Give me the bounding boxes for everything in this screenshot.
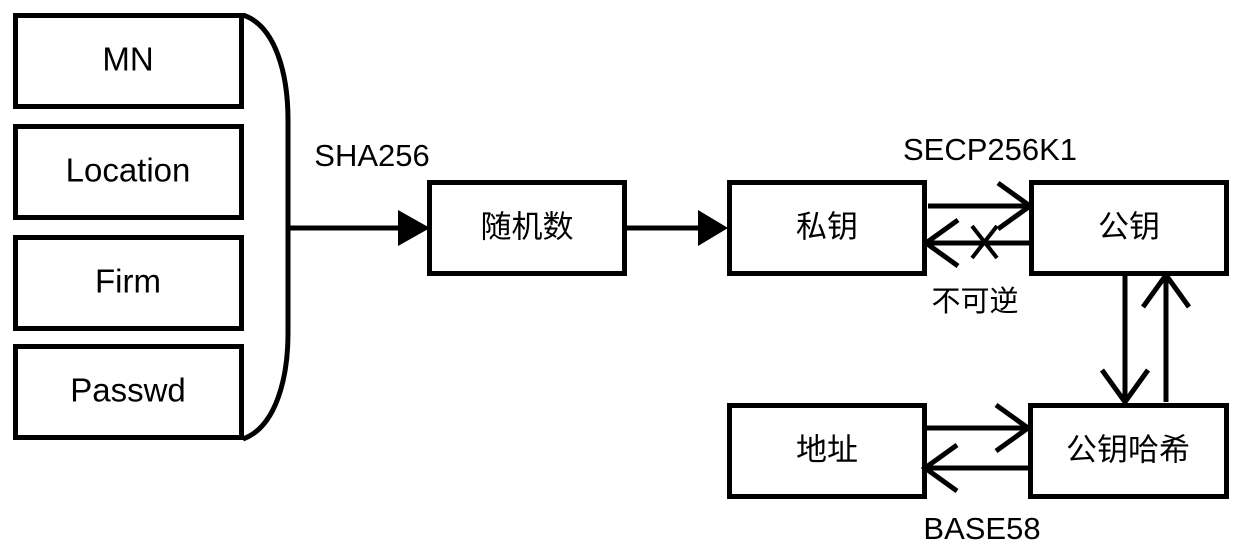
input-box-firm[interactable]: Firm xyxy=(13,235,244,331)
input-group: MN Location Firm Passwd xyxy=(13,12,291,442)
input-box-passwd[interactable]: Passwd xyxy=(13,344,244,440)
edge-pubkeyhash-to-pubkey xyxy=(1140,270,1192,402)
node-pubkeyhash-label: 公钥哈希 xyxy=(1066,433,1190,469)
node-random[interactable]: 随机数 xyxy=(427,180,627,276)
node-privkey[interactable]: 私钥 xyxy=(727,180,927,276)
edge-inputs-to-random: SHA256 xyxy=(288,138,430,246)
edge-pubkeyhash-to-address: BASE58 xyxy=(920,442,1041,546)
edge-label-secp256k1: SECP256K1 xyxy=(903,132,1077,167)
edge-label-sha256: SHA256 xyxy=(314,138,429,173)
node-pubkey-label: 公钥 xyxy=(1098,210,1160,246)
edge-address-to-pubkeyhash xyxy=(927,402,1033,454)
node-pubkey[interactable]: 公钥 xyxy=(1029,180,1229,276)
input-box-location-label: Location xyxy=(66,152,191,189)
edge-label-base58: BASE58 xyxy=(923,511,1040,546)
input-box-mn[interactable]: MN xyxy=(13,13,244,109)
input-box-mn-label: MN xyxy=(102,41,153,78)
input-box-firm-label: Firm xyxy=(95,263,161,300)
input-box-location[interactable]: Location xyxy=(13,124,244,220)
edge-random-to-privkey xyxy=(626,210,728,246)
input-group-brace xyxy=(242,12,291,442)
edge-label-irreversible: 不可逆 xyxy=(931,284,1018,318)
diagram-canvas-container: MN Location Firm Passwd SHA256 随机数 私钥 SE… xyxy=(0,0,1240,557)
edge-random-to-privkey-arrowhead xyxy=(698,210,728,246)
edge-pubkey-to-pubkeyhash xyxy=(1099,275,1151,407)
node-address[interactable]: 地址 xyxy=(727,403,927,499)
edge-pubkey-to-privkey: 不可逆 xyxy=(921,217,1029,318)
node-address-label: 地址 xyxy=(796,433,858,469)
node-pubkeyhash[interactable]: 公钥哈希 xyxy=(1028,403,1229,499)
node-random-label: 随机数 xyxy=(481,210,574,246)
key-derivation-diagram: MN Location Firm Passwd SHA256 随机数 私钥 SE… xyxy=(13,12,1229,546)
edge-inputs-to-random-arrowhead xyxy=(398,210,430,246)
input-box-passwd-label: Passwd xyxy=(70,372,186,409)
node-privkey-label: 私钥 xyxy=(796,210,858,246)
